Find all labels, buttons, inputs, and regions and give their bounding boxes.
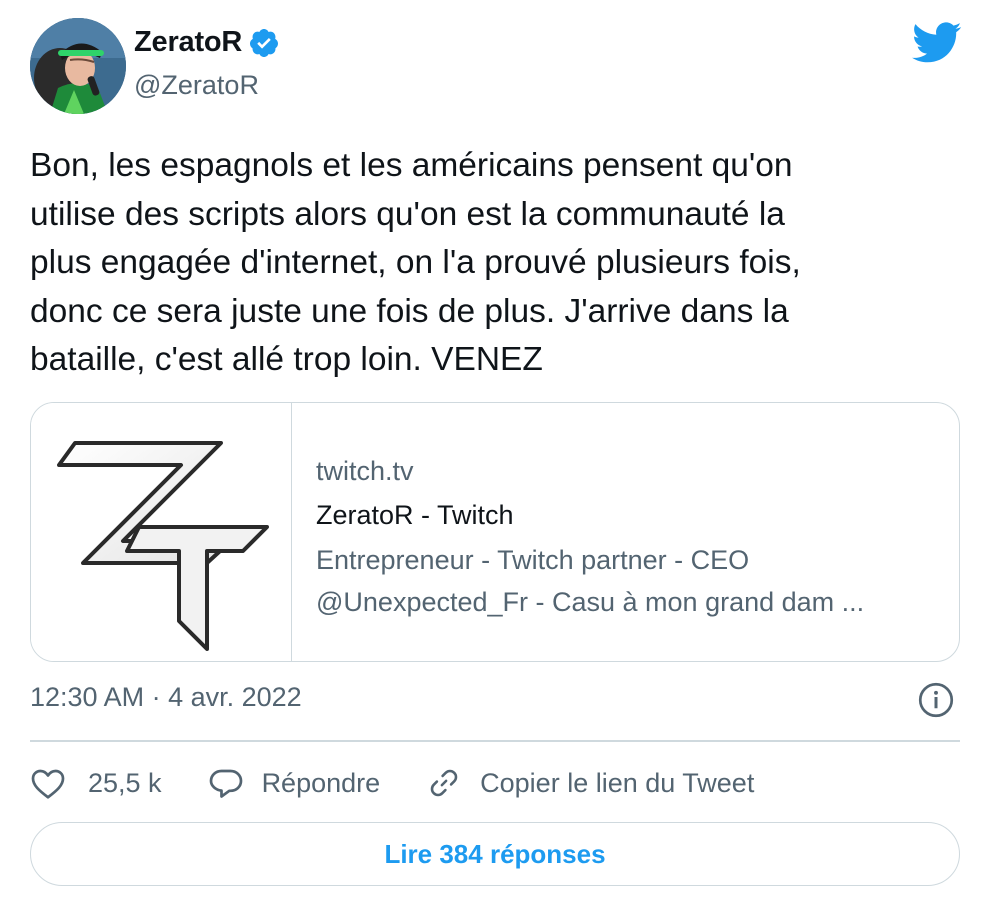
display-name[interactable]: ZeratoR — [134, 26, 242, 59]
speech-bubble-icon — [209, 769, 242, 798]
action-bar: 25,5 k Répondre Copier le lien du Tweet — [30, 762, 800, 804]
card-body: twitch.tv ZeratoR - Twitch Entrepreneur … — [292, 403, 926, 661]
author-handle[interactable]: @ZeratoR — [134, 70, 259, 101]
card-description: Entrepreneur - Twitch partner - CEO @Une… — [316, 545, 865, 617]
tweet-timestamp[interactable]: 12:30 AM · 4 avr. 2022 — [30, 682, 302, 713]
like-button[interactable]: 25,5 k — [30, 766, 162, 800]
zt-logo — [57, 441, 269, 651]
read-replies-button[interactable]: Lire 384 réponses — [30, 822, 960, 886]
card-domain: twitch.tv — [316, 456, 414, 486]
tweet-text: Bon, les espagnols et les américains pen… — [30, 147, 801, 378]
card-thumbnail — [31, 403, 292, 661]
reply-label: Répondre — [261, 767, 381, 798]
reply-button[interactable]: Répondre — [208, 766, 381, 800]
copy-link-label: Copier le lien du Tweet — [480, 767, 755, 798]
like-count: 25,5 k — [88, 767, 162, 798]
author-name-row[interactable]: ZeratoR — [134, 26, 280, 59]
divider — [30, 740, 960, 742]
verified-badge-icon — [248, 27, 280, 59]
avatar[interactable] — [30, 18, 126, 114]
tweet-embed: ZeratoR @ZeratoR Bon, les espagnols et l… — [0, 0, 986, 912]
copy-link-button[interactable]: Copier le lien du Tweet — [426, 766, 754, 800]
link-icon — [430, 769, 458, 797]
info-icon[interactable] — [918, 682, 954, 718]
card-title: ZeratoR - Twitch — [316, 500, 514, 530]
heart-icon — [31, 769, 65, 799]
link-card[interactable]: twitch.tv ZeratoR - Twitch Entrepreneur … — [30, 402, 960, 662]
twitter-bird-icon[interactable] — [912, 22, 962, 64]
